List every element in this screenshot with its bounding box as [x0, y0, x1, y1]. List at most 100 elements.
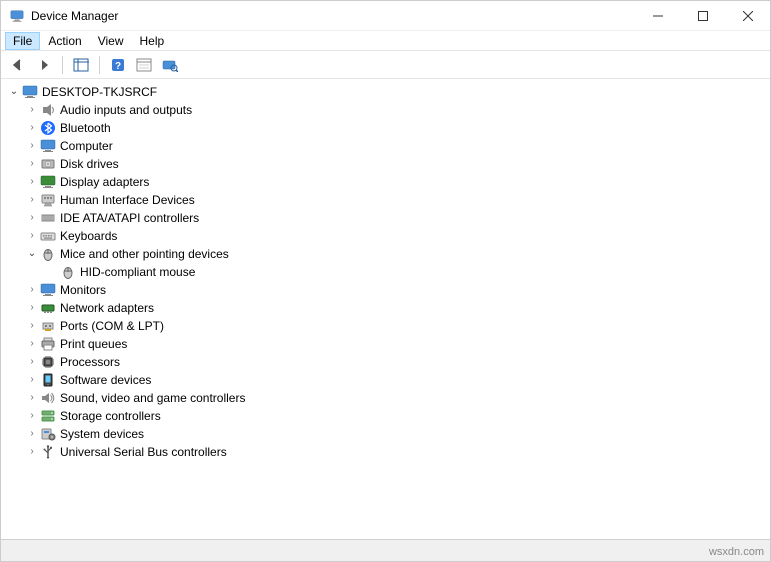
tree-category[interactable]: › Software devices — [5, 371, 770, 389]
tree-category[interactable]: › IDE ATA/ATAPI controllers — [5, 209, 770, 227]
tree-category[interactable]: › Audio inputs and outputs — [5, 101, 770, 119]
tree-root-label: DESKTOP-TKJSRCF — [42, 83, 157, 101]
tree-category[interactable]: › Monitors — [5, 281, 770, 299]
chevron-right-icon[interactable]: › — [25, 227, 39, 245]
menubar: File Action View Help — [1, 31, 770, 51]
network-icon — [40, 300, 56, 316]
keyboard-icon — [40, 228, 56, 244]
chevron-right-icon[interactable]: › — [25, 173, 39, 191]
tree-category-label: IDE ATA/ATAPI controllers — [60, 209, 199, 227]
properties-button[interactable] — [133, 54, 155, 76]
back-button[interactable] — [7, 54, 29, 76]
menu-view[interactable]: View — [90, 32, 132, 50]
chevron-right-icon[interactable]: › — [25, 371, 39, 389]
tree-category-label: Ports (COM & LPT) — [60, 317, 164, 335]
tree-category-label: System devices — [60, 425, 144, 443]
tree-category-label: Monitors — [60, 281, 106, 299]
chevron-right-icon[interactable]: › — [25, 281, 39, 299]
tree-category[interactable]: ›Display adapters — [5, 173, 770, 191]
chevron-right-icon[interactable]: › — [25, 389, 39, 407]
chevron-right-icon[interactable]: › — [25, 119, 39, 137]
computer-icon — [22, 84, 38, 100]
menu-help[interactable]: Help — [132, 32, 173, 50]
svg-text:?: ? — [115, 61, 121, 72]
toolbar: ? — [1, 51, 770, 79]
tree-category[interactable]: › System devices — [5, 425, 770, 443]
tree-category[interactable]: › Ports (COM & LPT) — [5, 317, 770, 335]
tree-category[interactable]: › Keyboards — [5, 227, 770, 245]
tree-category[interactable]: › Processors — [5, 353, 770, 371]
tree-category[interactable]: ›Bluetooth — [5, 119, 770, 137]
close-button[interactable] — [725, 1, 770, 30]
help-button[interactable]: ? — [107, 54, 129, 76]
audio-icon — [40, 102, 56, 118]
printer-icon — [40, 336, 56, 352]
tree-category[interactable]: › Network adapters — [5, 299, 770, 317]
tree-category-label: Software devices — [60, 371, 151, 389]
device-tree[interactable]: ⌄ DESKTOP-TKJSRCF › Audio inputs and outp… — [1, 79, 770, 539]
tree-device[interactable]: HID-compliant mouse — [5, 263, 770, 281]
tree-category-label: Mice and other pointing devices — [60, 245, 229, 263]
tree-category-label: Keyboards — [60, 227, 117, 245]
minimize-button[interactable] — [635, 1, 680, 30]
tree-category[interactable]: ⌄ Mice and other pointing devices — [5, 245, 770, 263]
storage-icon — [40, 408, 56, 424]
hid-icon — [40, 192, 56, 208]
tree-root[interactable]: ⌄ DESKTOP-TKJSRCF — [5, 83, 770, 101]
scan-hardware-button[interactable] — [159, 54, 181, 76]
tree-device-label: HID-compliant mouse — [80, 263, 195, 281]
tree-category[interactable]: › Storage controllers — [5, 407, 770, 425]
chevron-right-icon[interactable]: › — [25, 137, 39, 155]
tree-category[interactable]: › Computer — [5, 137, 770, 155]
chevron-right-icon[interactable]: › — [25, 101, 39, 119]
tree-category[interactable]: › Universal Serial Bus controllers — [5, 443, 770, 461]
toolbar-divider — [99, 56, 100, 74]
chevron-right-icon[interactable]: › — [25, 353, 39, 371]
watermark: wsxdn.com — [709, 546, 764, 558]
tree-category-label: Storage controllers — [60, 407, 161, 425]
mouse-icon — [40, 246, 56, 262]
chevron-right-icon[interactable]: › — [25, 317, 39, 335]
tree-category-label: Human Interface Devices — [60, 191, 195, 209]
window-controls — [635, 1, 770, 30]
chevron-right-icon[interactable]: › — [25, 407, 39, 425]
usb-icon — [40, 444, 56, 460]
tree-category[interactable]: › Sound, video and game controllers — [5, 389, 770, 407]
chevron-right-icon[interactable]: › — [25, 425, 39, 443]
sound-icon — [40, 390, 56, 406]
tree-category[interactable]: › Print queues — [5, 335, 770, 353]
tree-category-label: Sound, video and game controllers — [60, 389, 245, 407]
statusbar — [1, 539, 770, 561]
tree-category-label: Network adapters — [60, 299, 154, 317]
chevron-right-icon[interactable]: › — [25, 335, 39, 353]
tree-category-label: Disk drives — [60, 155, 119, 173]
processor-icon — [40, 354, 56, 370]
menu-file[interactable]: File — [5, 32, 40, 50]
forward-button[interactable] — [33, 54, 55, 76]
tree-category-label: Universal Serial Bus controllers — [60, 443, 227, 461]
disk-icon — [40, 156, 56, 172]
chevron-right-icon[interactable]: › — [25, 209, 39, 227]
tree-category[interactable]: › Disk drives — [5, 155, 770, 173]
app-icon — [9, 8, 25, 24]
chevron-right-icon[interactable]: › — [25, 191, 39, 209]
show-hidden-button[interactable] — [70, 54, 92, 76]
tree-category[interactable]: › Human Interface Devices — [5, 191, 770, 209]
chevron-right-icon[interactable]: › — [25, 443, 39, 461]
chevron-right-icon[interactable]: › — [25, 299, 39, 317]
tree-category-label: Processors — [60, 353, 120, 371]
ide-icon — [40, 210, 56, 226]
chevron-down-icon[interactable]: ⌄ — [25, 245, 39, 263]
tree-category-label: Computer — [60, 137, 113, 155]
display-icon — [40, 174, 56, 190]
tree-category-label: Audio inputs and outputs — [60, 101, 192, 119]
maximize-button[interactable] — [680, 1, 725, 30]
expander-icon[interactable]: ⌄ — [7, 83, 21, 101]
tree-category-label: Print queues — [60, 335, 127, 353]
mouse-icon — [60, 264, 76, 280]
monitor-icon — [40, 282, 56, 298]
software-icon — [40, 372, 56, 388]
chevron-right-icon[interactable]: › — [25, 155, 39, 173]
bluetooth-icon — [40, 120, 56, 136]
menu-action[interactable]: Action — [40, 32, 89, 50]
